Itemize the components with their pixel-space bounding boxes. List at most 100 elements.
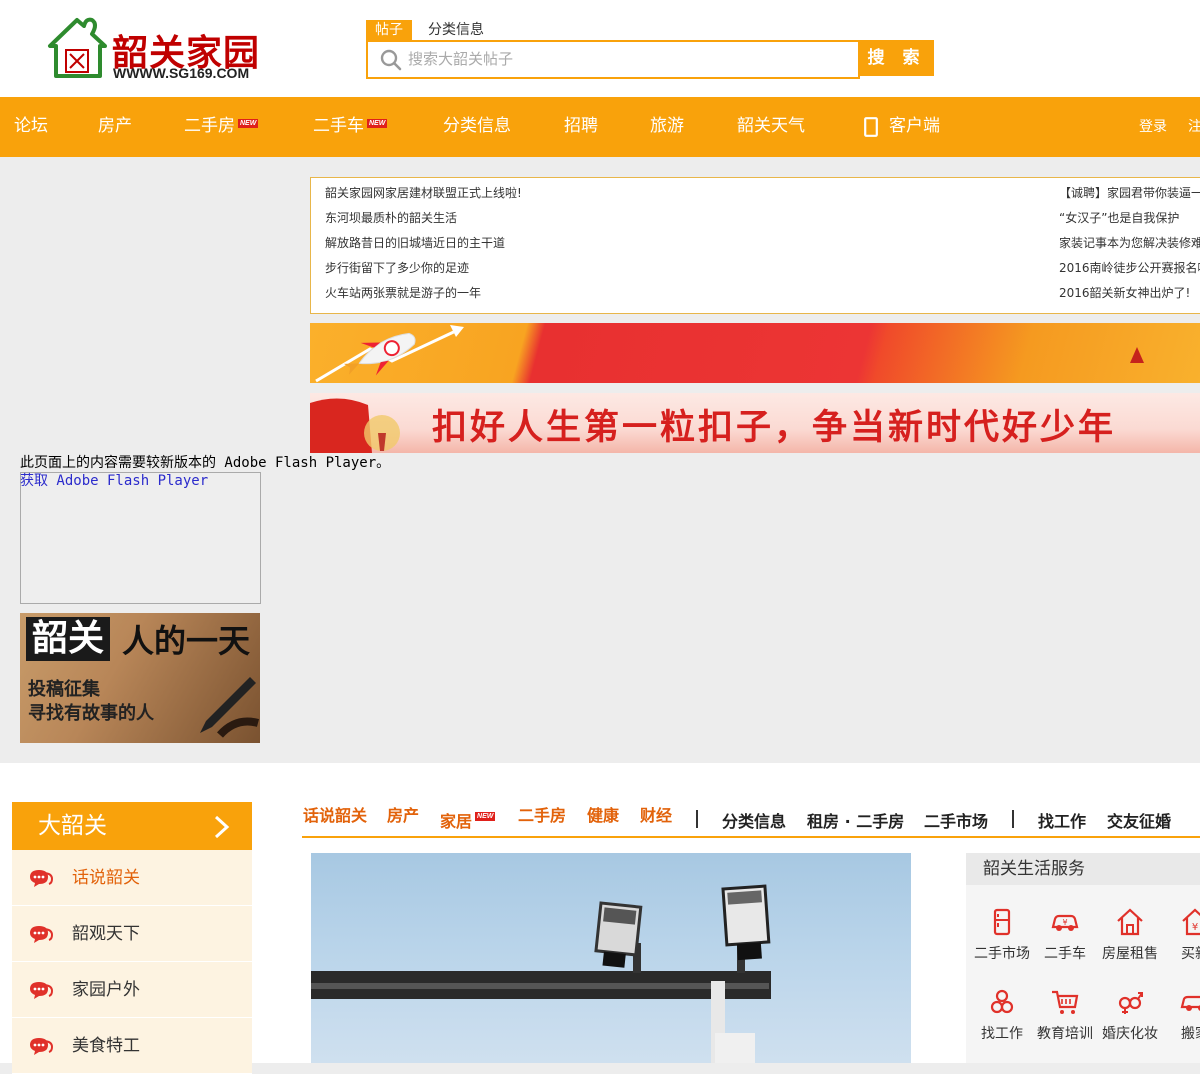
house-icon: [1117, 908, 1143, 936]
service-education[interactable]: 教育培训: [1031, 987, 1099, 1043]
news-link[interactable]: 东河坝最质朴的韶关生活: [325, 206, 457, 231]
category-underline: [302, 836, 1200, 838]
promo-banner-rocket[interactable]: [310, 323, 1200, 383]
sidebar-item-label: 家园户外: [72, 980, 140, 1000]
truck-icon: [1180, 995, 1200, 1011]
story-line1: 投稿征集: [28, 679, 100, 700]
news-link[interactable]: 家装记事本为您解决装修难: [1059, 231, 1200, 256]
cat-link-finance[interactable]: 财经: [640, 802, 672, 826]
sidebar-item-label: 美食特工: [72, 1036, 140, 1056]
house-logo-icon[interactable]: [46, 16, 108, 80]
search-tab-classified[interactable]: 分类信息: [419, 20, 493, 40]
news-link[interactable]: 2016韶关新女神出炉了!: [1059, 281, 1190, 306]
nav-item-second-hand-house[interactable]: 二手房 NEW: [184, 97, 259, 157]
service-find-job[interactable]: 找工作: [968, 987, 1036, 1043]
divider: [1012, 810, 1014, 828]
flash-placeholder[interactable]: [20, 472, 261, 604]
car-icon: ¥: [1051, 914, 1079, 931]
news-link[interactable]: 火车站两张票就是游子的一年: [325, 281, 481, 306]
sidebar-item-outdoor[interactable]: 家园户外: [12, 962, 252, 1018]
search-input[interactable]: [408, 45, 848, 73]
house-price-icon: ¥: [1182, 908, 1200, 936]
cat-link-rent[interactable]: 租房 · 二手房: [807, 808, 904, 832]
camera-pole-image: [311, 884, 771, 1063]
news-link[interactable]: 【诚聘】家园君带你装逼一: [1059, 181, 1200, 206]
mobile-phone-icon: [864, 117, 878, 137]
service-buy-new-house[interactable]: ¥ 买新: [1161, 907, 1200, 963]
sidebar-item-talk-shaoguan[interactable]: 话说韶关: [12, 850, 252, 906]
fridge-icon: [993, 908, 1011, 936]
logo-url: WWWW.SG169.COM: [113, 65, 250, 81]
nav-item-forum[interactable]: 论坛: [14, 97, 48, 157]
header: 韶关家园 WWWW.SG169.COM 帖子 分类信息 搜 索: [0, 0, 1200, 97]
cat-link-home[interactable]: 家居 NEW: [440, 808, 496, 832]
news-link[interactable]: “女汉子”也是自我保护: [1059, 206, 1179, 231]
news-box: 韶关家园网家居建材联盟正式上线啦! 东河坝最质朴的韶关生活 解放路昔日的旧城墙近…: [310, 177, 1200, 314]
news-link[interactable]: 解放路昔日的旧城墙近日的主干道: [325, 231, 505, 256]
slogan-banner[interactable]: 扣好人生第一粒扣子，争当新时代好少年: [310, 393, 1200, 453]
service-moving[interactable]: 搬家: [1161, 987, 1200, 1043]
chat-bubble-icon: [30, 870, 54, 887]
sidebar-item-label: 话说韶关: [72, 868, 140, 888]
service-used-car[interactable]: ¥ 二手车: [1031, 907, 1099, 963]
search-button[interactable]: 搜 索: [859, 40, 934, 76]
sidebar-header[interactable]: 大韶关: [12, 802, 252, 850]
life-services-title: 韶关生活服务: [983, 859, 1085, 879]
main-nav: 论坛 房产 二手房 NEW 二手车 NEW 分类信息 招聘 旅游 韶关天气 客户端 …: [0, 97, 1200, 157]
login-link[interactable]: 登录: [1139, 97, 1167, 157]
nav-item-client[interactable]: 客户端: [889, 97, 940, 157]
new-badge: NEW: [475, 812, 496, 821]
life-services-header: 韶关生活服务: [966, 853, 1200, 885]
nav-item-classified[interactable]: 分类信息: [443, 97, 511, 157]
nav-item-used-car[interactable]: 二手车 NEW: [313, 97, 388, 157]
nav-item-travel[interactable]: 旅游: [650, 97, 684, 157]
cat-link-market[interactable]: 二手市场: [924, 808, 988, 832]
story-line2: 寻找有故事的人: [28, 703, 154, 724]
story-ad-banner[interactable]: 韶关 人的一天 投稿征集 寻找有故事的人: [20, 613, 260, 743]
flag-icon: [310, 398, 400, 453]
get-flash-player-link[interactable]: 获取 Adobe Flash Player: [20, 470, 208, 490]
banner-slogan: 扣好人生第一粒扣子，争当新时代好少年: [432, 408, 1117, 448]
divider: [696, 810, 698, 828]
cat-link-health[interactable]: 健康: [587, 802, 619, 826]
life-services-panel: 韶关生活服务 二手市场 ¥ 二手车 房屋租售 ¥ 买新 找工作 教育培训 婚庆化…: [966, 853, 1200, 1063]
search-icon: [380, 49, 402, 71]
sidebar-item-food[interactable]: 美食特工: [12, 1018, 252, 1074]
cat-link-property[interactable]: 房产: [387, 802, 419, 826]
cat-link-dating[interactable]: 交友征婚: [1107, 808, 1171, 832]
news-link[interactable]: 步行街留下了多少你的足迹: [325, 256, 469, 281]
service-housing[interactable]: 房屋租售: [1096, 907, 1164, 963]
nav-item-jobs[interactable]: 招聘: [564, 97, 598, 157]
register-link[interactable]: 注: [1188, 97, 1200, 157]
flash-message: 此页面上的内容需要较新版本的 Adobe Flash Player。: [20, 455, 391, 471]
service-wedding[interactable]: 婚庆化妆: [1096, 987, 1164, 1043]
rocket-icon: [315, 325, 464, 383]
cat-link-talk[interactable]: 话说韶关: [303, 802, 367, 826]
sidebar-item-world-view[interactable]: 韶观天下: [12, 906, 252, 962]
gender-icon: [1118, 992, 1143, 1014]
nav-item-weather[interactable]: 韶关天气: [737, 97, 805, 157]
chat-bubble-icon: [30, 926, 54, 943]
feature-photo[interactable]: [311, 853, 911, 1063]
story-title-part1: 韶关: [26, 617, 111, 661]
story-title-part2: 人的一天: [122, 622, 251, 660]
news-link[interactable]: 2016南岭徒步公开赛报名啦: [1059, 256, 1200, 281]
search-tab-posts[interactable]: 帖子: [366, 20, 412, 40]
people-icon: [990, 989, 1014, 1014]
svg-text:¥: ¥: [1062, 918, 1067, 927]
new-badge: NEW: [238, 119, 259, 128]
svg-text:¥: ¥: [1192, 922, 1198, 933]
chat-bubble-icon: [30, 982, 54, 999]
chat-bubble-icon: [30, 1038, 54, 1055]
news-link[interactable]: 韶关家园网家居建材联盟正式上线啦!: [325, 181, 522, 206]
chevron-right-icon: [214, 815, 230, 839]
nav-item-property[interactable]: 房产: [98, 97, 132, 157]
cat-link-second-hand-house[interactable]: 二手房: [518, 802, 566, 826]
service-second-hand-market[interactable]: 二手市场: [968, 907, 1036, 963]
cat-link-find-job[interactable]: 找工作: [1038, 808, 1086, 832]
cart-icon: [1052, 990, 1079, 1014]
search-box: [366, 40, 860, 79]
new-badge: NEW: [367, 119, 388, 128]
cat-link-classified[interactable]: 分类信息: [722, 808, 786, 832]
sidebar-item-label: 韶观天下: [72, 924, 140, 944]
